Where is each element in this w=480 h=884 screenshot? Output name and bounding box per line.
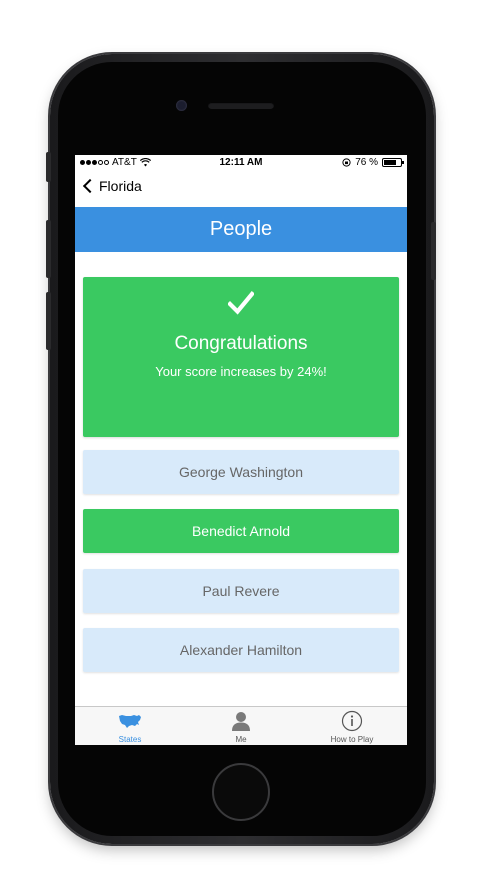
tab-bar: States Me How to Play	[75, 706, 407, 745]
answer-label: Alexander Hamilton	[179, 642, 303, 658]
battery-percent: 76 %	[355, 157, 378, 168]
battery-info: 76 %	[342, 157, 404, 168]
answer-option-correct[interactable]: Benedict Arnold	[83, 509, 399, 553]
tab-how-to-play[interactable]: How to Play	[297, 707, 407, 745]
app-screen: AT&T 12:11 AM 76 % Florida People Congra…	[75, 155, 407, 745]
tab-label: Me	[235, 735, 247, 744]
volume-down-button	[46, 292, 51, 350]
battery-icon	[382, 158, 404, 167]
back-button-label: Florida	[99, 178, 142, 194]
answer-label: George Washington	[179, 464, 303, 480]
person-icon	[232, 712, 250, 731]
tab-label: How to Play	[330, 735, 374, 744]
mute-switch	[46, 152, 51, 182]
result-card: Congratulations Your score increases by …	[83, 277, 399, 437]
answer-label: Paul Revere	[202, 583, 280, 599]
info-icon	[341, 710, 363, 732]
earpiece-speaker	[208, 102, 274, 109]
home-button[interactable]	[212, 763, 270, 821]
back-button[interactable]: Florida	[81, 178, 142, 194]
checkmark-icon	[228, 291, 254, 315]
tab-label: States	[118, 735, 142, 744]
answer-label: Benedict Arnold	[191, 523, 291, 539]
usa-map-icon	[119, 715, 141, 728]
power-button	[431, 222, 436, 280]
answer-option[interactable]: George Washington	[83, 450, 399, 494]
chevron-left-icon	[82, 178, 98, 194]
status-bar: AT&T 12:11 AM 76 %	[75, 155, 407, 171]
category-header: People	[75, 207, 407, 252]
front-camera	[176, 100, 187, 111]
page-title: People	[209, 218, 273, 240]
result-message: Your score increases by 24%!	[155, 364, 327, 379]
orientation-lock-icon	[342, 158, 351, 167]
result-title: Congratulations	[174, 333, 308, 354]
navigation-bar: Florida	[75, 171, 407, 207]
volume-up-button	[46, 220, 51, 278]
tab-me[interactable]: Me	[186, 707, 296, 745]
tab-states[interactable]: States	[75, 707, 185, 745]
answer-option[interactable]: Paul Revere	[83, 569, 399, 613]
answer-option[interactable]: Alexander Hamilton	[83, 628, 399, 672]
